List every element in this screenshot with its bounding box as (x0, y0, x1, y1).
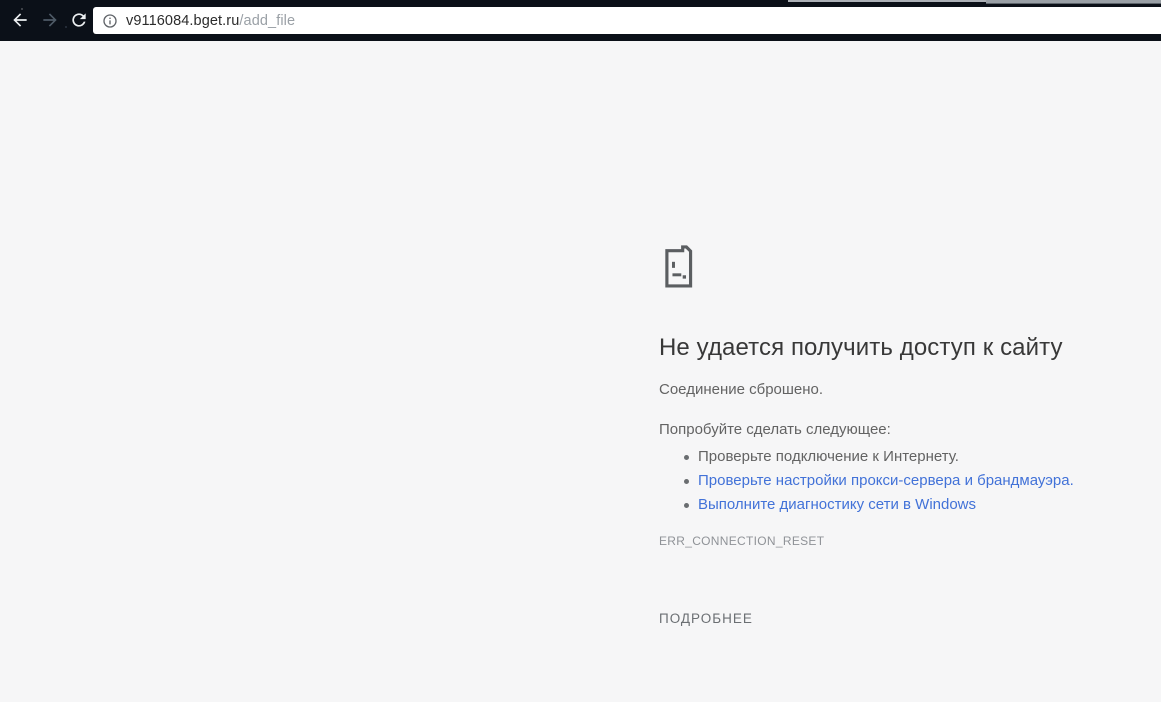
error-page: Не удается получить доступ к сайту Соеди… (0, 41, 1161, 702)
suggestions-list: Проверьте подключение к Интернету. Прове… (659, 445, 1099, 517)
suggestion-item-network-diagnostics: Выполните диагностику сети в Windows (684, 493, 1099, 517)
back-arrow-icon (13, 13, 27, 27)
back-button[interactable] (8, 8, 32, 32)
suggestion-item-proxy-firewall: Проверьте настройки прокси-сервера и бра… (684, 469, 1099, 493)
suggestion-text: Проверьте подключение к Интернету. (698, 448, 959, 465)
proxy-settings-link[interactable]: Проверьте настройки прокси-сервера и бра… (698, 472, 1074, 489)
error-code: ERR_CONNECTION_RESET (659, 534, 825, 548)
network-diagnostics-link[interactable]: Выполните диагностику сети в Windows (698, 496, 976, 513)
suggestions-header: Попробуйте сделать следующее: (659, 421, 891, 438)
url-path: /add_file (239, 12, 296, 29)
error-content: Не удается получить доступ к сайту Соеди… (659, 243, 1099, 628)
suggestion-item-check-connection: Проверьте подключение к Интернету. (684, 445, 1099, 469)
forward-arrow-icon (43, 13, 57, 27)
details-button[interactable]: ПОДРОБНЕЕ (659, 611, 753, 626)
error-subtitle: Соединение сброшено. (659, 381, 824, 398)
error-title: Не удается получить доступ к сайту (659, 334, 1063, 361)
browser-toolbar: v9116084.bget.ru/add_file (0, 0, 1161, 41)
page-info-icon[interactable] (102, 13, 118, 29)
broken-page-icon (665, 245, 693, 288)
reload-icon (72, 13, 86, 27)
reload-button[interactable] (67, 8, 91, 32)
url-host: v9116084.bget.ru (126, 12, 240, 29)
window-top-edge (788, 0, 988, 2)
url-text: v9116084.bget.ru/add_file (126, 13, 295, 29)
forward-button[interactable] (38, 8, 62, 32)
window-top-edge-right (986, 0, 1161, 4)
address-bar[interactable]: v9116084.bget.ru/add_file (93, 7, 1161, 34)
browser-window: v9116084.bget.ru/add_file Не удается пол… (0, 0, 1161, 702)
